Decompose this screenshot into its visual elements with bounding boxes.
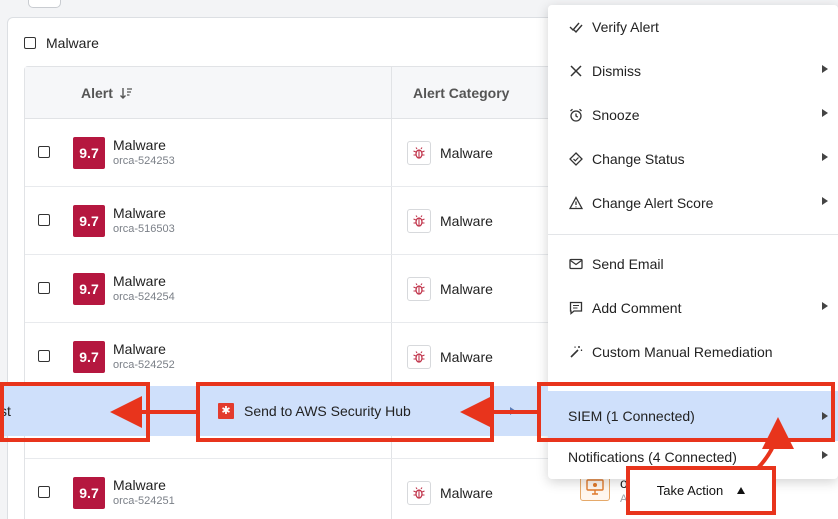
alert-score-badge: 9.7 <box>73 273 105 305</box>
menu-item-custom-manual-remediation[interactable]: Custom Manual Remediation <box>548 330 838 374</box>
column-header-alert[interactable]: Alert <box>81 67 133 119</box>
alert-id: orca-516503 <box>113 223 175 235</box>
caret-up-icon <box>737 487 746 494</box>
alert-score-badge: 9.7 <box>73 205 105 237</box>
menu-item-change-alert-score[interactable]: Change Alert Score <box>548 181 838 225</box>
group-checkbox[interactable] <box>24 37 36 49</box>
menu-item-send-email[interactable]: Send Email <box>548 242 838 286</box>
nested-submenu: st <box>0 386 196 436</box>
aws-security-hub-icon: ✱ <box>218 403 234 419</box>
row-checkbox[interactable] <box>38 350 50 362</box>
menu-divider <box>548 234 838 235</box>
bug-icon <box>407 481 431 505</box>
row-checkbox[interactable] <box>38 486 50 498</box>
alert-score-badge: 9.7 <box>73 341 105 373</box>
alert-id: orca-524254 <box>113 291 175 303</box>
group-label: Malware <box>46 35 99 51</box>
menu-item-siem[interactable]: SIEM (1 Connected) <box>548 391 838 441</box>
submenu-item-send-to-aws-security-hub[interactable]: ✱ Send to AWS Security Hub <box>218 386 411 436</box>
row-checkbox[interactable] <box>38 146 50 158</box>
chevron-right-icon <box>822 451 828 459</box>
envelope-icon <box>568 256 584 272</box>
comment-icon <box>568 300 584 316</box>
alert-id: orca-524251 <box>113 495 175 507</box>
alert-category: Malware <box>440 213 493 229</box>
warning-triangle-icon <box>568 195 584 211</box>
alert-category: Malware <box>440 349 493 365</box>
chevron-right-icon <box>822 109 828 117</box>
alert-name[interactable]: Malware <box>113 205 166 221</box>
menu-item-verify-alert[interactable]: Verify Alert <box>548 5 838 49</box>
alert-id: orca-524253 <box>113 155 175 167</box>
alert-category: Malware <box>440 485 493 501</box>
take-action-menu: Verify Alert Dismiss Snooze Change Statu… <box>548 5 838 479</box>
menu-item-change-status[interactable]: Change Status <box>548 137 838 181</box>
alert-name[interactable]: Malware <box>113 137 166 153</box>
bug-icon <box>407 209 431 233</box>
group-header: Malware <box>24 35 99 51</box>
column-header-category[interactable]: Alert Category <box>413 67 509 119</box>
siem-submenu: ✱ Send to AWS Security Hub <box>196 386 548 436</box>
alert-name[interactable]: Malware <box>113 477 166 493</box>
chevron-right-icon <box>822 302 828 310</box>
chevron-right-icon <box>822 153 828 161</box>
menu-item-snooze[interactable]: Snooze <box>548 93 838 137</box>
alert-score-badge: 9.7 <box>73 137 105 169</box>
alert-id: orca-524252 <box>113 359 175 371</box>
alarm-clock-icon <box>568 107 584 123</box>
magic-wand-icon <box>568 344 584 360</box>
chevron-right-icon <box>822 412 828 420</box>
alert-name[interactable]: Malware <box>113 273 166 289</box>
row-checkbox[interactable] <box>38 282 50 294</box>
close-icon <box>568 63 584 79</box>
menu-item-add-comment[interactable]: Add Comment <box>548 286 838 330</box>
take-action-button[interactable]: Take Action <box>628 468 774 513</box>
nested-submenu-item[interactable]: st <box>0 386 11 436</box>
bug-icon <box>407 141 431 165</box>
chevron-right-icon <box>822 65 828 73</box>
top-control-stub <box>28 0 61 8</box>
menu-item-dismiss[interactable]: Dismiss <box>548 49 838 93</box>
bug-icon <box>407 277 431 301</box>
bug-icon <box>407 345 431 369</box>
alert-category: Malware <box>440 145 493 161</box>
sort-icon[interactable] <box>119 86 133 100</box>
chevron-right-icon <box>510 407 516 415</box>
alert-name[interactable]: Malware <box>113 341 166 357</box>
status-diamond-icon <box>568 151 584 167</box>
alert-score-badge: 9.7 <box>73 477 105 509</box>
double-check-icon <box>568 19 584 35</box>
alert-category: Malware <box>440 281 493 297</box>
row-checkbox[interactable] <box>38 214 50 226</box>
chevron-right-icon <box>822 197 828 205</box>
